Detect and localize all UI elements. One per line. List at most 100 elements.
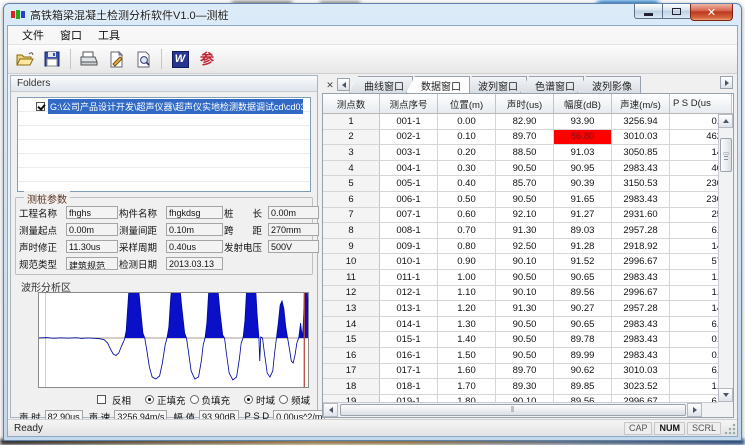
param-value-field[interactable]: 建筑规范 — [66, 257, 118, 270]
table-cell[interactable]: 1.00 — [438, 270, 496, 285]
table-cell[interactable]: 2983.43 — [612, 161, 670, 176]
scroll-down-button[interactable] — [718, 388, 733, 402]
tab-close-button[interactable]: ✕ — [324, 79, 336, 91]
table-cell[interactable]: 90.39 — [554, 176, 612, 191]
table-row[interactable]: 7007-10.6092.1091.272931.6025.6 — [323, 208, 718, 224]
table-cell[interactable]: 90.65 — [554, 270, 612, 285]
checkbox-icon[interactable] — [97, 395, 106, 404]
param-value-field[interactable]: 0.00m — [66, 223, 118, 236]
table-cell[interactable]: 001-1 — [380, 114, 438, 129]
table-header-cell[interactable]: 测点序号 — [380, 94, 438, 113]
horizontal-scroll-thumb[interactable] — [340, 404, 686, 416]
table-cell[interactable]: 1.20 — [438, 301, 496, 316]
tab-曲线窗口[interactable]: 曲线窗口 — [349, 76, 413, 93]
table-cell[interactable]: 2957.28 — [612, 223, 670, 238]
table-cell[interactable]: 013-1 — [380, 301, 438, 316]
table-cell[interactable]: 90.50 — [496, 348, 554, 363]
title-bar[interactable]: 高铁箱梁混凝土检测分析软件V1.0—测桩 ✕ — [4, 4, 741, 25]
tab-波列窗口[interactable]: 波列窗口 — [463, 76, 527, 93]
table-cell[interactable]: 92.10 — [496, 208, 554, 223]
table-cell[interactable]: 40.0 — [670, 161, 718, 176]
table-cell[interactable]: 2931.60 — [612, 208, 670, 223]
table-cell[interactable]: 91.52 — [554, 254, 612, 269]
table-cell[interactable]: 3010.03 — [612, 130, 670, 145]
table-cell[interactable]: 9 — [323, 239, 380, 254]
table-cell[interactable]: 230.4 — [670, 176, 718, 191]
table-cell[interactable]: 57.6 — [670, 254, 718, 269]
param-value-field[interactable]: 0.40us — [166, 240, 223, 253]
table-cell[interactable]: 0.90 — [438, 254, 496, 269]
table-cell[interactable]: 0.20 — [438, 145, 496, 160]
table-cell[interactable]: 2983.43 — [612, 317, 670, 332]
table-cell[interactable]: 009-1 — [380, 239, 438, 254]
waveform-canvas[interactable] — [38, 292, 309, 388]
table-cell[interactable]: 3050.85 — [612, 145, 670, 160]
folder-checkbox[interactable] — [36, 102, 45, 111]
table-cell[interactable]: 93.90 — [554, 114, 612, 129]
table-cell[interactable]: 1.60 — [438, 364, 496, 379]
param-value-field[interactable]: 0.10m — [166, 223, 223, 236]
control-负填充[interactable]: 负填充 — [190, 393, 231, 407]
param-value-field[interactable]: 270mm — [268, 223, 319, 236]
table-cell[interactable]: 462.4 — [670, 130, 718, 145]
table-cell[interactable]: 2 — [323, 130, 380, 145]
table-cell[interactable]: 012-1 — [380, 286, 438, 301]
scroll-right-button[interactable] — [687, 403, 702, 417]
table-cell[interactable]: 008-1 — [380, 223, 438, 238]
table-cell[interactable]: 88.50 — [496, 145, 554, 160]
export-button[interactable] — [104, 47, 128, 71]
table-cell[interactable]: 2918.92 — [612, 239, 670, 254]
table-cell[interactable]: 82.90 — [496, 114, 554, 129]
menu-item-文件[interactable]: 文件 — [14, 25, 52, 45]
table-cell[interactable]: 015-1 — [380, 332, 438, 347]
table-row[interactable]: 19019-11.8090.1089.562996.676.40 — [323, 395, 718, 402]
table-cell[interactable]: 2983.43 — [612, 270, 670, 285]
table-cell[interactable]: 91.65 — [554, 192, 612, 207]
preview-button[interactable] — [131, 47, 155, 71]
table-row[interactable]: 4004-10.3090.5090.952983.4340.0 — [323, 161, 718, 177]
table-header-cell[interactable]: P S D(us — [670, 94, 732, 113]
table-cell[interactable]: 6.40 — [670, 223, 718, 238]
scroll-up-button[interactable] — [718, 114, 733, 128]
table-cell[interactable]: 15 — [323, 332, 380, 347]
table-cell[interactable]: 2983.43 — [612, 348, 670, 363]
table-cell[interactable]: 2996.67 — [612, 286, 670, 301]
table-cell[interactable]: 7 — [323, 208, 380, 223]
scroll-left-button[interactable] — [323, 403, 338, 417]
table-cell[interactable]: 90.10 — [496, 286, 554, 301]
menu-item-窗口[interactable]: 窗口 — [52, 25, 90, 45]
folder-item-label[interactable]: G:\公司产品设计开发\超声仪器\超声仪实地检测数据调试cd\cd03\cd03… — [48, 99, 303, 114]
table-cell[interactable]: 6.40 — [670, 317, 718, 332]
save-button[interactable] — [40, 47, 64, 71]
vertical-scrollbar[interactable] — [718, 114, 733, 402]
table-cell[interactable]: 90.95 — [554, 161, 612, 176]
table-row[interactable]: 11011-11.0090.5090.652983.431.60 — [323, 270, 718, 286]
table-cell[interactable]: 6.40 — [670, 395, 718, 402]
open-button[interactable] — [13, 47, 37, 71]
table-cell[interactable]: 1.80 — [438, 395, 496, 402]
table-cell[interactable]: 89.03 — [554, 223, 612, 238]
table-cell[interactable]: 017-1 — [380, 364, 438, 379]
table-cell[interactable]: 90.10 — [496, 254, 554, 269]
table-cell[interactable]: 92.50 — [496, 239, 554, 254]
table-cell[interactable]: 2957.28 — [612, 301, 670, 316]
table-cell[interactable]: 6.40 — [670, 364, 718, 379]
param-value-field[interactable]: 2013.03.13 — [166, 257, 223, 270]
table-cell[interactable]: 89.99 — [554, 348, 612, 363]
minimize-button[interactable] — [634, 4, 663, 19]
maximize-button[interactable] — [663, 4, 690, 19]
table-cell[interactable]: 18 — [323, 379, 380, 394]
table-cell[interactable]: 1.60 — [670, 270, 718, 285]
table-cell[interactable]: 13 — [323, 301, 380, 316]
table-cell[interactable]: 17 — [323, 364, 380, 379]
table-cell[interactable]: 8 — [323, 223, 380, 238]
table-cell[interactable]: 0.60 — [438, 208, 496, 223]
table-row[interactable]: 16016-11.5090.5089.992983.430.00 — [323, 348, 718, 364]
table-row[interactable]: 9009-10.8092.5091.282918.9214.4 — [323, 239, 718, 255]
table-cell[interactable]: 90.10 — [496, 395, 554, 402]
table-cell[interactable]: 19 — [323, 395, 380, 402]
table-cell[interactable]: 1.60 — [670, 379, 718, 394]
table-cell[interactable]: 2983.43 — [612, 332, 670, 347]
table-cell[interactable]: 90.50 — [496, 270, 554, 285]
table-cell[interactable]: 0.80 — [438, 239, 496, 254]
